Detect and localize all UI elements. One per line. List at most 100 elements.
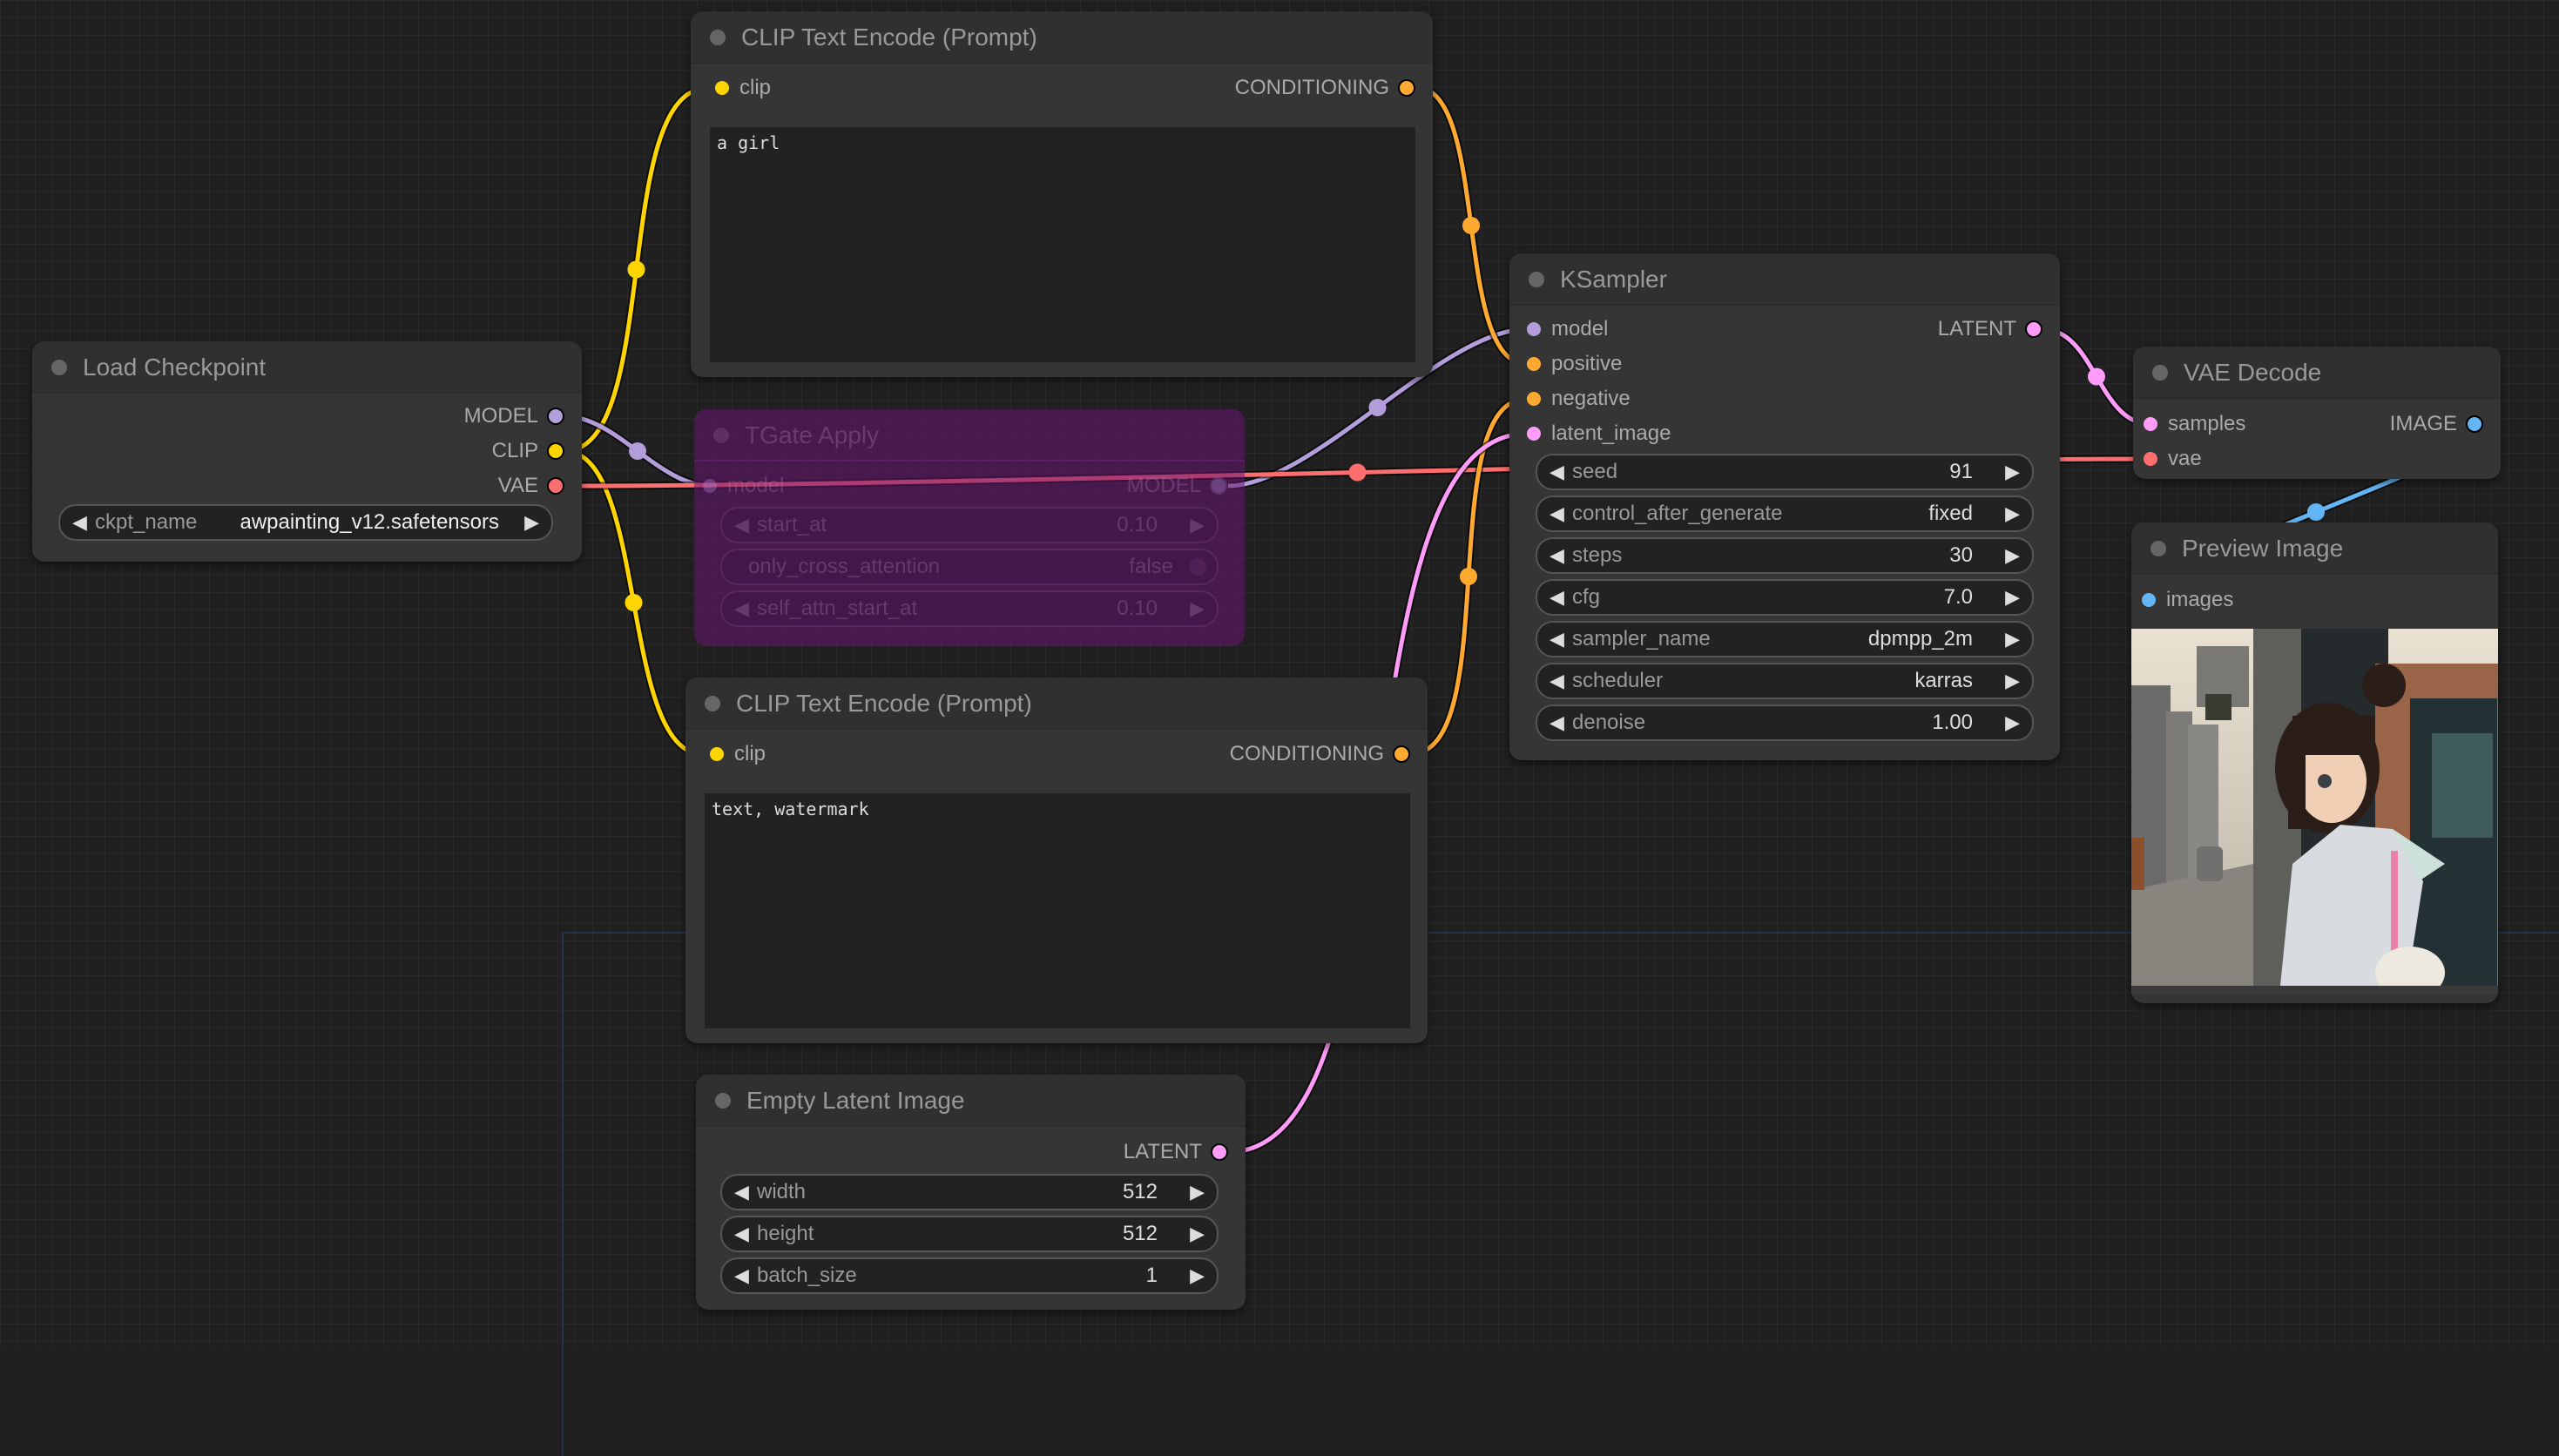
output-image[interactable]: IMAGE	[2390, 411, 2483, 437]
arrow-left-icon[interactable]: ◀	[1550, 581, 1564, 614]
node-ksampler[interactable]: KSampler model positive negative latent_…	[1509, 253, 2060, 760]
collapse-dot-icon[interactable]	[705, 696, 720, 711]
slot-dot-vae-icon[interactable]	[547, 477, 564, 495]
arrow-left-icon[interactable]: ◀	[1550, 455, 1564, 489]
node-title-bar[interactable]: CLIP Text Encode (Prompt)	[691, 11, 1433, 64]
node-vae-decode[interactable]: VAE Decode samples vae IMAGE	[2133, 347, 2501, 479]
arrow-right-icon[interactable]: ▶	[2005, 539, 2020, 572]
arrow-right-icon[interactable]: ▶	[1190, 1176, 1205, 1209]
node-tgate-apply[interactable]: TGate Apply model MODEL ◀ start_at 0.10 …	[694, 409, 1245, 646]
arrow-left-icon[interactable]: ◀	[734, 1217, 749, 1250]
slot-dot-model-icon[interactable]	[703, 479, 717, 493]
slot-dot-clip-icon[interactable]	[547, 442, 564, 460]
arrow-right-icon[interactable]: ▶	[1190, 1217, 1205, 1250]
widget-batch-size[interactable]: ◀ batch_size 1 ▶	[720, 1257, 1219, 1294]
slot-dot-positive-icon[interactable]	[1527, 357, 1541, 371]
collapse-dot-icon[interactable]	[2151, 541, 2166, 556]
node-clip-text-encode-positive[interactable]: CLIP Text Encode (Prompt) clip CONDITION…	[691, 11, 1433, 377]
arrow-right-icon[interactable]: ▶	[2005, 497, 2020, 530]
arrow-right-icon[interactable]: ▶	[1190, 592, 1205, 625]
node-preview-image[interactable]: Preview Image images	[2131, 522, 2498, 1003]
widget-ckpt-name[interactable]: ◀ ckpt_name awpainting_v12.safetensors ▶	[58, 504, 553, 541]
collapse-dot-icon[interactable]	[710, 30, 726, 45]
widget-control-after-generate[interactable]: ◀ control_after_generate fixed ▶	[1536, 495, 2034, 532]
arrow-left-icon[interactable]: ◀	[72, 506, 87, 539]
node-title-bar[interactable]: CLIP Text Encode (Prompt)	[685, 677, 1428, 730]
arrow-left-icon[interactable]: ◀	[734, 1176, 749, 1209]
slot-dot-latent-icon[interactable]	[2025, 320, 2042, 338]
preview-image[interactable]	[2131, 629, 2498, 994]
input-latent-image[interactable]: latent_image	[1527, 421, 1671, 447]
node-title-bar[interactable]: VAE Decode	[2133, 347, 2501, 399]
node-title-bar[interactable]: Load Checkpoint	[32, 341, 582, 394]
collapse-dot-icon[interactable]	[715, 1093, 731, 1109]
output-model[interactable]: MODEL	[464, 403, 564, 429]
input-model[interactable]: model	[1527, 316, 1608, 342]
arrow-left-icon[interactable]: ◀	[734, 592, 749, 625]
collapse-dot-icon[interactable]	[1529, 272, 1544, 287]
slot-dot-vae-icon[interactable]	[2144, 452, 2157, 466]
toggle-icon[interactable]	[1189, 558, 1206, 576]
arrow-right-icon[interactable]: ▶	[2005, 706, 2020, 739]
arrow-right-icon[interactable]: ▶	[2005, 455, 2020, 489]
arrow-left-icon[interactable]: ◀	[1550, 497, 1564, 530]
output-clip[interactable]: CLIP	[492, 438, 564, 464]
widget-seed[interactable]: ◀ seed 91 ▶	[1536, 454, 2034, 490]
slot-dot-conditioning-icon[interactable]	[1393, 745, 1410, 763]
widget-denoise[interactable]: ◀ denoise 1.00 ▶	[1536, 704, 2034, 741]
collapse-dot-icon[interactable]	[51, 360, 67, 375]
input-images[interactable]: images	[2142, 587, 2233, 613]
widget-only-cross-attention[interactable]: only_cross_attention false	[720, 549, 1219, 585]
input-vae[interactable]: vae	[2144, 446, 2202, 472]
input-positive[interactable]: positive	[1527, 351, 1622, 377]
input-clip[interactable]: clip	[715, 75, 771, 101]
node-empty-latent-image[interactable]: Empty Latent Image LATENT ◀ width 512 ▶ …	[696, 1075, 1246, 1310]
arrow-right-icon[interactable]: ▶	[1190, 1259, 1205, 1292]
node-title-bar[interactable]: Preview Image	[2131, 522, 2498, 575]
slot-dot-model-icon[interactable]	[1527, 322, 1541, 336]
arrow-right-icon[interactable]: ▶	[524, 506, 539, 539]
output-latent[interactable]: LATENT	[1938, 316, 2042, 342]
input-negative[interactable]: negative	[1527, 386, 1631, 412]
arrow-left-icon[interactable]: ◀	[1550, 623, 1564, 656]
arrow-left-icon[interactable]: ◀	[1550, 706, 1564, 739]
slot-dot-image-icon[interactable]	[2466, 415, 2483, 433]
slot-dot-samples-icon[interactable]	[2144, 417, 2157, 431]
node-title-bar[interactable]: KSampler	[1509, 253, 2060, 306]
widget-height[interactable]: ◀ height 512 ▶	[720, 1216, 1219, 1252]
node-title-bar[interactable]: TGate Apply	[694, 409, 1245, 462]
collapse-dot-icon[interactable]	[2152, 365, 2168, 381]
slot-dot-model-icon[interactable]	[547, 408, 564, 425]
input-model[interactable]: model	[703, 473, 784, 499]
slot-dot-model-icon[interactable]	[1210, 477, 1227, 495]
slot-dot-latent-icon[interactable]	[1211, 1143, 1228, 1161]
slot-dot-conditioning-icon[interactable]	[1398, 79, 1415, 97]
prompt-textarea[interactable]	[710, 127, 1415, 362]
widget-scheduler[interactable]: ◀ scheduler karras ▶	[1536, 663, 2034, 699]
arrow-right-icon[interactable]: ▶	[2005, 623, 2020, 656]
widget-sampler-name[interactable]: ◀ sampler_name dpmpp_2m ▶	[1536, 621, 2034, 657]
arrow-right-icon[interactable]: ▶	[1190, 509, 1205, 542]
slot-dot-clip-icon[interactable]	[710, 747, 724, 761]
node-title-bar[interactable]: Empty Latent Image	[696, 1075, 1246, 1127]
prompt-textarea[interactable]	[705, 793, 1410, 1028]
arrow-right-icon[interactable]: ▶	[2005, 581, 2020, 614]
input-clip[interactable]: clip	[710, 741, 766, 767]
output-conditioning[interactable]: CONDITIONING	[1230, 741, 1410, 767]
arrow-right-icon[interactable]: ▶	[2005, 664, 2020, 698]
node-load-checkpoint[interactable]: Load Checkpoint MODEL CLIP VAE ◀ ckpt_na…	[32, 341, 582, 562]
input-samples[interactable]: samples	[2144, 411, 2245, 437]
slot-dot-images-icon[interactable]	[2142, 593, 2156, 607]
widget-self-attn-start-at[interactable]: ◀ self_attn_start_at 0.10 ▶	[720, 590, 1219, 627]
slot-dot-latent-icon[interactable]	[1527, 427, 1541, 441]
arrow-left-icon[interactable]: ◀	[734, 509, 749, 542]
slot-dot-clip-icon[interactable]	[715, 81, 729, 95]
collapse-dot-icon[interactable]	[713, 428, 729, 443]
arrow-left-icon[interactable]: ◀	[1550, 664, 1564, 698]
output-model[interactable]: MODEL	[1127, 473, 1227, 499]
widget-steps[interactable]: ◀ steps 30 ▶	[1536, 537, 2034, 574]
arrow-left-icon[interactable]: ◀	[734, 1259, 749, 1292]
widget-start-at[interactable]: ◀ start_at 0.10 ▶	[720, 507, 1219, 543]
widget-width[interactable]: ◀ width 512 ▶	[720, 1174, 1219, 1210]
output-vae[interactable]: VAE	[498, 473, 564, 499]
